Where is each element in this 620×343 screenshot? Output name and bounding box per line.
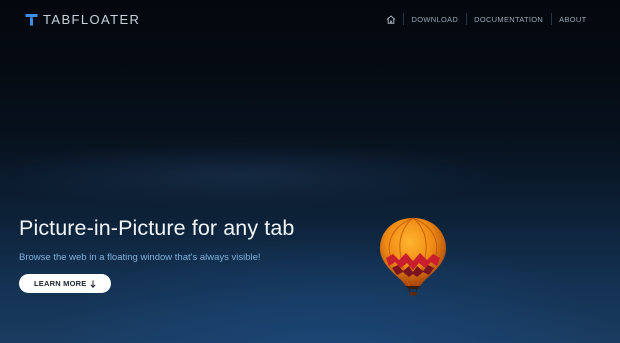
learn-more-label: LEARN MORE [34, 279, 87, 288]
learn-more-button[interactable]: LEARN MORE [19, 274, 112, 293]
site-header: TABFLOATER DOWNLOAD DOCUMENTATION ABOUT [0, 0, 620, 38]
sky-cloud-band [0, 120, 620, 230]
nav-about[interactable]: ABOUT [550, 13, 594, 25]
main-nav: DOWNLOAD DOCUMENTATION ABOUT [378, 13, 594, 25]
arrow-down-icon [90, 280, 96, 288]
nav-home[interactable] [378, 13, 403, 25]
hero-page: TABFLOATER DOWNLOAD DOCUMENTATION ABOUT … [0, 0, 620, 343]
hero-title: Picture-in-Picture for any tab [19, 216, 295, 240]
tabfloater-logo-icon [25, 13, 38, 25]
brand-name: TABFLOATER [43, 11, 141, 27]
home-icon [386, 14, 395, 24]
nav-documentation[interactable]: DOCUMENTATION [465, 13, 551, 25]
brand-link[interactable]: TABFLOATER [25, 12, 140, 27]
hero-section: Picture-in-Picture for any tab Browse th… [19, 216, 294, 293]
hot-air-balloon-image [380, 217, 446, 296]
hero-subtitle: Browse the web in a floating window that… [19, 252, 261, 263]
nav-download[interactable]: DOWNLOAD [403, 13, 466, 25]
